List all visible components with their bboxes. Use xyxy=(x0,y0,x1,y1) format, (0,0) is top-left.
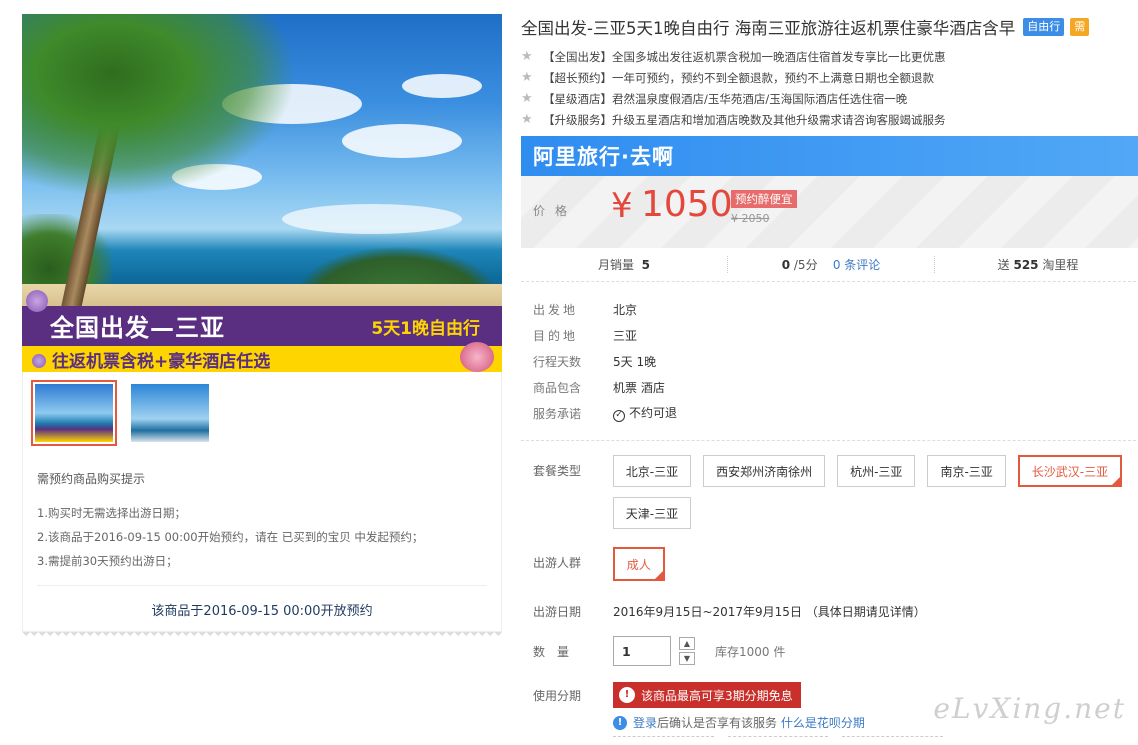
price-value: 1050 xyxy=(641,184,733,225)
flower-decoration xyxy=(26,290,48,312)
traveler-type-row: 出游人群 成人 xyxy=(533,547,1138,581)
installment-button[interactable]: ! 该商品最高可享3期分期免息 xyxy=(613,682,801,708)
banner-tagline: 往返机票含税+豪华酒店任选 xyxy=(52,352,271,372)
quantity-stepper: ▲ ▼ xyxy=(679,637,695,665)
package-option[interactable]: 南京-三亚 xyxy=(927,455,1006,487)
promo-badge: 预约醉便宜 xyxy=(731,190,797,208)
travel-date-value: 2016年9月15日~2017年9月15日 （具体日期请见详情） xyxy=(613,605,926,619)
stock-count: 库存1000 件 xyxy=(715,644,786,659)
rose-decoration xyxy=(460,342,494,372)
monthly-sales: 月销量 5 xyxy=(597,258,650,272)
package-option[interactable]: 西安郑州济南徐州 xyxy=(703,455,826,487)
reviews-link[interactable]: 0 条评论 xyxy=(833,258,880,272)
feature-item: ★ 【超长预约】一年可预约，预约不到全额退款，预约不上满意日期也全额退款 xyxy=(521,70,934,85)
quantity-input[interactable]: 1 xyxy=(613,636,671,666)
info-row: 服务承诺 ✓ 不约可退 xyxy=(533,406,678,422)
tag-cut: 需 xyxy=(1070,18,1090,36)
package-type-row: 套餐类型 北京-三亚 西安郑州济南徐州 杭州-三亚 南京-三亚 长沙武汉-三亚 … xyxy=(533,455,1138,529)
reservation-notice: 需预约商品购买提示 1.购买时无需选择出游日期； 2.该商品于2016-09-1… xyxy=(22,454,502,632)
star-icon: ★ xyxy=(521,49,533,64)
points: 送 525 淘里程 xyxy=(934,256,1138,273)
quantity-row: 数量 1 ▲ ▼ 库存1000 件 xyxy=(533,636,1138,666)
info-row: 目的地 三亚 xyxy=(533,328,638,343)
installment-label: 使用分期 xyxy=(533,688,582,703)
check-icon: ✓ xyxy=(613,410,625,422)
package-option[interactable]: 杭州-三亚 xyxy=(837,455,916,487)
decrease-button[interactable]: ▼ xyxy=(679,652,695,665)
info-row: 行程天数 5天 1晚 xyxy=(533,354,657,369)
info-icon: ! xyxy=(613,715,627,730)
notice-heading: 需预约商品购买提示 xyxy=(37,472,146,486)
product-title: 全国出发-三亚5天1晚自由行 海南三亚旅游往返机票住豪华酒店含早 xyxy=(521,19,1016,38)
left-column: 全国出发—三亚 5天1晚自由行 往返机票含税+豪华酒店任选 需预约商品购买提示 … xyxy=(22,14,502,640)
login-link[interactable]: 登录 xyxy=(633,714,657,731)
notice-item: 1.购买时无需选择出游日期； xyxy=(37,506,186,520)
options-area: 套餐类型 北京-三亚 西安郑州济南徐州 杭州-三亚 南京-三亚 长沙武汉-三亚 … xyxy=(521,455,1138,731)
thumbnail-strip xyxy=(22,372,502,454)
star-icon: ★ xyxy=(521,91,533,106)
notice-item: 2.该商品于2016-09-15 00:00开始预约，请在 已买到的宝贝 中发起… xyxy=(37,530,424,544)
notice-item: 3.需提前30天预约出游日； xyxy=(37,554,178,568)
main-product-image[interactable]: 全国出发—三亚 5天1晚自由行 往返机票含税+豪华酒店任选 xyxy=(22,14,502,372)
package-option-selected[interactable]: 长沙武汉-三亚 xyxy=(1017,455,1123,487)
palm-tree xyxy=(22,14,292,194)
thumbnail-1[interactable] xyxy=(31,380,117,446)
travel-date-label: 出游日期 xyxy=(533,605,582,619)
package-option[interactable]: 天津-三亚 xyxy=(612,497,692,529)
price-currency: ¥ xyxy=(611,186,633,226)
right-column: 全国出发-三亚5天1晚自由行 海南三亚旅游往返机票住豪华酒店含早 自由行 需 ★… xyxy=(521,14,1138,731)
stats-bar: 月销量 5 0 /5分 0 条评论 送 525 淘里程 xyxy=(521,248,1138,282)
rating: 0 /5分 0 条评论 xyxy=(727,256,934,273)
feature-list: ★ 【全国出发】全国多城出发往返机票含税加一晚酒店住宿首发专享比一比更优惠 ★ 【超… xyxy=(521,46,1138,130)
self-guided-tag: 自由行 xyxy=(1023,18,1065,36)
flower-decoration xyxy=(32,354,46,368)
info-row: 商品包含 机票 酒店 xyxy=(533,380,665,395)
feature-item: ★ 【升级服务】升级五星酒店和增加酒店晚数及其他升级需求请咨询客服竭诚服务 xyxy=(521,112,946,127)
package-type-label: 套餐类型 xyxy=(533,464,582,478)
price-box: 价格 ¥ 1050 预约醉便宜 ¥ 2050 xyxy=(521,176,1138,248)
banner-subtitle: 5天1晚自由行 xyxy=(371,319,480,339)
bottom-options-edge xyxy=(613,736,944,745)
price-label: 价格 xyxy=(533,204,578,218)
info-row: 出发地 北京 xyxy=(533,302,638,317)
product-info: 出发地 北京 目的地 三亚 行程天数 5天 1晚 商品包含 机票 酒店 服务承诺 ✓ 不约可… xyxy=(521,296,1138,426)
huabei-icon: ! xyxy=(619,687,635,703)
banner-bottom: 往返机票含税+豪华酒店任选 xyxy=(22,346,502,372)
thumbnail-2[interactable] xyxy=(127,380,213,446)
star-icon: ★ xyxy=(521,112,533,127)
banner-top: 全国出发—三亚 5天1晚自由行 xyxy=(22,306,502,346)
feature-item: ★ 【全国出发】全国多城出发往返机票含税加一晚酒店住宿首发专享比一比更优惠 xyxy=(521,49,946,64)
brand-bar: 阿里旅行·去啊 xyxy=(521,136,1138,176)
travel-date-row: 出游日期 2016年9月15日~2017年9月15日 （具体日期请见详情） xyxy=(533,603,1138,620)
open-reservation-text: 该商品于2016-09-15 00:00开放预约 xyxy=(151,604,373,619)
zigzag-edge xyxy=(22,632,502,640)
increase-button[interactable]: ▲ xyxy=(679,637,695,650)
original-price: ¥ 2050 xyxy=(731,212,770,225)
banner-title: 全国出发—三亚 xyxy=(50,314,225,342)
quantity-label: 数量 xyxy=(533,644,582,659)
product-title-row: 全国出发-三亚5天1晚自由行 海南三亚旅游往返机票住豪华酒店含早 自由行 需 xyxy=(521,14,1138,40)
traveler-label: 出游人群 xyxy=(533,556,582,570)
huabei-help-link[interactable]: 什么是花呗分期 xyxy=(781,714,865,731)
watermark: eLvXing.net xyxy=(933,692,1126,725)
feature-item: ★ 【星级酒店】君然温泉度假酒店/玉华苑酒店/玉海国际酒店任选住宿一晚 xyxy=(521,91,908,106)
brand-logo-text: 阿里旅行·去啊 xyxy=(533,145,674,169)
package-option[interactable]: 北京-三亚 xyxy=(612,455,692,487)
traveler-option-selected[interactable]: 成人 xyxy=(612,547,665,581)
star-icon: ★ xyxy=(521,70,533,85)
